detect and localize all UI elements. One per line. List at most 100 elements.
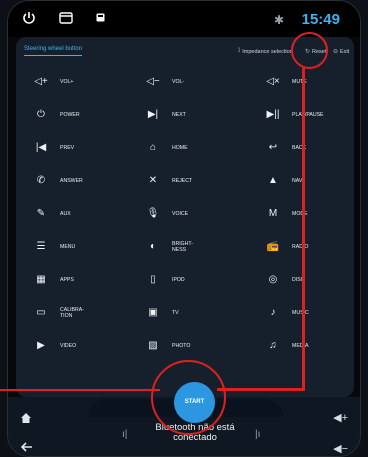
- aux-icon: ✎: [36, 208, 46, 219]
- button-label: MEDIA: [292, 343, 309, 349]
- reset-button[interactable]: ↻ Reset: [305, 48, 327, 56]
- steering-button-tv[interactable]: ▣ TV: [144, 303, 179, 323]
- clock: 15:49: [301, 11, 340, 28]
- button-label: AUX: [60, 211, 71, 217]
- steering-button-calibra-tion[interactable]: ▭ CALIBRA- TION: [32, 303, 84, 323]
- steering-button-play-pause[interactable]: ▶|| PLAY/PAUSE: [264, 105, 324, 125]
- play-pause-icon: ▶||: [266, 109, 280, 120]
- button-label: RADIO: [292, 244, 309, 250]
- disc-icon: ◎: [268, 274, 278, 285]
- button-label: NAVI: [292, 178, 304, 184]
- steering-button-voice[interactable]: 🎙 VOICE: [144, 204, 189, 224]
- button-label: VOL-: [172, 79, 185, 85]
- steering-button-radio[interactable]: 📻 RADIO: [264, 237, 309, 257]
- volume-up-icon[interactable]: ◀+: [333, 411, 348, 424]
- exit-icon: ⊖: [333, 49, 339, 55]
- steering-button-vol[interactable]: ◁+ VOL+: [32, 72, 73, 92]
- steering-button-prev[interactable]: |◀ PREV: [32, 138, 74, 158]
- microphone-icon: 🎙: [146, 208, 160, 219]
- photo-icon: ▨: [148, 340, 158, 351]
- button-label: DISC: [292, 277, 305, 283]
- reset-label: Reset: [312, 48, 327, 55]
- music-icon: ♪: [270, 307, 276, 318]
- steering-button-power[interactable]: ⏻ POWER: [32, 105, 80, 125]
- steering-button-photo[interactable]: ▨ PHOTO: [144, 336, 190, 356]
- back-arrow-icon[interactable]: [21, 442, 33, 452]
- steering-button-answer[interactable]: ✆ ANSWER: [32, 171, 83, 191]
- button-label: APPS: [60, 277, 74, 283]
- exit-button[interactable]: ⊖ Exit: [333, 48, 350, 56]
- steering-button-bright-ness[interactable]: ◐ BRIGHT- NESS: [144, 237, 193, 257]
- radio-icon: 📻: [266, 241, 280, 252]
- navi-icon: ▲: [268, 175, 278, 186]
- menu-icon: ☰: [36, 241, 46, 252]
- button-label: TV: [172, 310, 179, 316]
- equalizer-right-icon: |ı: [255, 429, 261, 440]
- status-bar: ✱ 15:49: [8, 1, 360, 37]
- apps-icon: ▦: [36, 274, 46, 285]
- button-label: VIDEO: [60, 343, 77, 349]
- steering-button-next[interactable]: ▶| NEXT: [144, 105, 186, 125]
- screen-icon[interactable]: [96, 13, 105, 22]
- back-icon: ↩: [268, 142, 278, 153]
- impedance-selection-button[interactable]: ⟟ Impedance selection: [238, 48, 293, 55]
- button-label: BACK: [292, 145, 307, 151]
- home-icon: ⌂: [149, 142, 157, 153]
- button-label: IPOD: [172, 277, 185, 283]
- tab-steering-wheel-button[interactable]: Steering wheel button: [24, 46, 83, 56]
- button-label: VOICE: [172, 211, 189, 217]
- button-label: PREV: [60, 145, 75, 151]
- steering-button-media[interactable]: ♫ MEDIA: [264, 336, 308, 356]
- steering-button-aux[interactable]: ✎ AUX: [32, 204, 71, 224]
- steering-button-vol[interactable]: ◁− VOL-: [144, 72, 184, 92]
- start-button[interactable]: START: [174, 382, 215, 423]
- power-icon[interactable]: [22, 11, 36, 25]
- impedance-selection-label: Impedance selection: [242, 48, 293, 55]
- power-icon: ⏻: [37, 109, 45, 120]
- steering-wheel-settings-panel: Steering wheel button ⟟ Impedance select…: [16, 37, 354, 397]
- steering-button-music[interactable]: ♪ MUSIC: [264, 303, 309, 323]
- volume-up-icon: ◁+: [34, 76, 48, 87]
- calibration-icon: ▭: [36, 307, 46, 318]
- ipod-icon: ▯: [150, 274, 156, 285]
- settings-header: Steering wheel button ⟟ Impedance select…: [16, 37, 354, 67]
- steering-button-ipod[interactable]: ▯ IPOD: [144, 270, 185, 290]
- button-label: MODE: [292, 211, 308, 217]
- home-icon[interactable]: [20, 412, 32, 424]
- button-label: PLAY/PAUSE: [292, 112, 324, 118]
- volume-down-icon[interactable]: ◀−: [333, 442, 348, 455]
- steering-button-video[interactable]: ▶ VIDEO: [32, 336, 76, 356]
- steering-button-mode[interactable]: M MODE: [264, 204, 308, 224]
- button-label: ANSWER: [60, 178, 83, 184]
- equalizer-left-icon: ı|: [122, 429, 128, 440]
- steering-button-disc[interactable]: ◎ DISC: [264, 270, 305, 290]
- steering-button-menu[interactable]: ☰ MENU: [32, 237, 76, 257]
- steering-button-apps[interactable]: ▦ APPS: [32, 270, 74, 290]
- brightness-icon: ◐: [149, 241, 157, 252]
- answer-icon: ✆: [36, 175, 46, 186]
- recent-apps-icon[interactable]: [59, 12, 73, 24]
- prev-icon: |◀: [35, 142, 47, 153]
- steering-button-mute[interactable]: ◁× MUTE: [264, 72, 307, 92]
- mode-icon: M: [268, 208, 278, 219]
- mute-icon: ◁×: [266, 76, 280, 87]
- next-icon: ▶|: [147, 109, 159, 120]
- steering-button-home[interactable]: ⌂ HOME: [144, 138, 188, 158]
- video-icon: ▶: [37, 340, 45, 351]
- tv-icon: ▣: [148, 307, 158, 318]
- button-label: MUTE: [292, 79, 307, 85]
- exit-label: Exit: [340, 48, 350, 55]
- button-label: MUSIC: [292, 310, 309, 316]
- button-label: PHOTO: [172, 343, 191, 349]
- button-label: REJECT: [172, 178, 193, 184]
- media-icon: ♫: [269, 340, 277, 351]
- steering-button-back[interactable]: ↩ BACK: [264, 138, 306, 158]
- button-label: VOL+: [60, 79, 74, 85]
- steering-button-navi[interactable]: ▲ NAVI: [264, 171, 304, 191]
- bluetooth-status-text: Bluetooth não está conectado: [155, 422, 235, 443]
- bluetooth-icon: ✱: [273, 13, 284, 27]
- reject-icon: ✕: [148, 175, 158, 186]
- button-label: MENU: [60, 244, 76, 250]
- button-label: NEXT: [172, 112, 186, 118]
- steering-button-reject[interactable]: ✕ REJECT: [144, 171, 192, 191]
